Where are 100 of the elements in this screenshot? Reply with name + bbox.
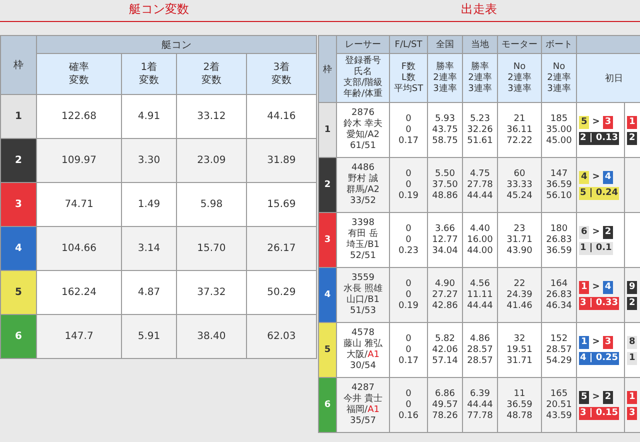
course-badge: 9 <box>627 280 638 294</box>
table-cell: 74.71 <box>36 182 122 226</box>
table-cell: 164 26.83 46.34 <box>542 268 576 322</box>
table-cell: 147.7 <box>36 314 122 358</box>
table-cell: 33.12 <box>176 94 246 138</box>
frame-number: 6 <box>0 314 36 358</box>
course-badge: 6 <box>579 226 590 238</box>
column-header: 枠 <box>0 36 36 94</box>
column-header: レーサー <box>336 36 390 54</box>
table-cell: 152 28.57 54.29 <box>542 322 576 378</box>
frame-number: 3 <box>0 182 36 226</box>
frame-number: 5 <box>318 322 336 378</box>
column-header: ボート <box>542 36 576 54</box>
table-cell: 15.70 <box>176 226 246 270</box>
table-cell: 37.32 <box>176 270 246 314</box>
table-cell: 1.49 <box>122 182 176 226</box>
table-cell: 23.09 <box>176 138 246 182</box>
table-cell: 4.90 27.27 42.86 <box>428 268 462 322</box>
table-cell: 104.66 <box>36 226 122 270</box>
course-badge: 3 <box>602 336 614 348</box>
course-badge: 2 <box>602 390 614 404</box>
result-badge: 1 | 0.1 <box>579 242 613 254</box>
course-badge: 5 <box>579 116 590 128</box>
table-cell: 60 33.33 45.24 <box>498 158 542 212</box>
table-cell: 5.50 37.50 48.86 <box>428 158 462 212</box>
course-badge: 3 <box>602 116 614 128</box>
result-badge: 5 | 0.24 <box>579 186 620 200</box>
arrow-text: > <box>592 282 600 292</box>
arrow-text: > <box>592 172 600 182</box>
table-cell: 5.98 <box>176 182 246 226</box>
table-cell: 180 26.83 36.59 <box>542 212 576 268</box>
table-cell: 0 0 0.19 <box>390 158 428 212</box>
section-title: 艇コン変数 <box>128 1 190 18</box>
column-header: 初日 <box>605 74 623 84</box>
result-badge: 2 <box>627 296 638 310</box>
frame-number: 4 <box>318 268 336 322</box>
course-badge: 4 <box>579 170 590 184</box>
frame-number: 1 <box>0 94 36 138</box>
table-cell: 62.03 <box>246 314 316 358</box>
column-header: 登録番号 氏名 支部/階級 年齢/体重 <box>343 56 383 100</box>
table-cell: 31.89 <box>246 138 316 182</box>
column-header: 艇コン <box>36 36 316 54</box>
arrow-text: > <box>592 226 600 238</box>
table-cell: 185 35.00 45.00 <box>542 102 576 158</box>
frame-number: 1 <box>318 102 336 158</box>
result-badge: 3 <box>627 406 638 420</box>
result-badge: 1 <box>627 352 638 364</box>
table-cell: 0 0 0.19 <box>390 268 428 322</box>
table-cell: 5.23 32.26 51.61 <box>462 102 498 158</box>
racer-info: 4486 野村 誠 群馬/A2 33/52 <box>336 158 390 212</box>
section-title: 出走表 <box>460 1 498 18</box>
table-cell: 0 0 0.23 <box>390 212 428 268</box>
column-header: 3着 変数 <box>271 61 292 87</box>
frame-number: 5 <box>0 270 36 314</box>
column-header: 勝率 2連率 3連率 <box>433 62 457 94</box>
column-header: 全国 <box>428 36 462 54</box>
table-cell: 32 19.51 31.71 <box>498 322 542 378</box>
table-cell: 11 36.59 48.78 <box>498 378 542 432</box>
table-cell: 0 0 0.17 <box>390 102 428 158</box>
table-cell: 44.16 <box>246 94 316 138</box>
table-cell: 3.14 <box>122 226 176 270</box>
course-badge: 1 <box>579 280 590 294</box>
course-badge: 1 <box>627 390 638 404</box>
column-header: モーター <box>498 36 542 54</box>
course-badge: 5 <box>579 390 590 404</box>
result-badge: 4 | 0.25 <box>579 352 620 364</box>
table-cell: 4.87 <box>122 270 176 314</box>
table-cell: 21 36.11 72.22 <box>498 102 542 158</box>
column-header: F/L/ST <box>390 36 428 54</box>
table-cell: 22 24.39 41.46 <box>498 268 542 322</box>
course-badge: 2 <box>602 226 614 238</box>
course-badge: 8 <box>627 336 638 348</box>
table-cell: 0 0 0.16 <box>390 378 428 432</box>
column-header: F数 L数 平均ST <box>394 62 424 94</box>
arrow-text: > <box>592 116 600 128</box>
racer-info: 3559 水長 照雄 山口/B1 51/53 <box>336 268 390 322</box>
table-cell: 162.24 <box>36 270 122 314</box>
table-cell: 5.82 42.06 57.14 <box>428 322 462 378</box>
course-badge: 1 <box>579 336 590 348</box>
table-cell: 109.97 <box>36 138 122 182</box>
column-header: 2着 変数 <box>201 61 222 87</box>
racer-info: 4287 今井 貴士 福岡/A1 35/57 <box>336 378 390 432</box>
racer-info: 2876 鈴木 幸夫 愛知/A2 61/51 <box>336 102 390 158</box>
table-cell: 4.91 <box>122 94 176 138</box>
table-cell: 165 20.51 43.59 <box>542 378 576 432</box>
table-cell: 3.66 12.77 34.04 <box>428 212 462 268</box>
table-cell: 23 31.71 43.90 <box>498 212 542 268</box>
course-badge: 1 <box>627 116 638 128</box>
column-header: No 2連率 3連率 <box>508 62 532 94</box>
frame-number: 4 <box>0 226 36 270</box>
table-cell: 6.39 44.44 77.78 <box>462 378 498 432</box>
column-header: 勝率 2連率 3連率 <box>468 62 492 94</box>
table-cell: 4.56 11.11 44.44 <box>462 268 498 322</box>
frame-number: 2 <box>0 138 36 182</box>
table-cell: 15.69 <box>246 182 316 226</box>
table-cell: 122.68 <box>36 94 122 138</box>
table-cell: 5.91 <box>122 314 176 358</box>
column-header: 確率 変数 <box>69 61 89 87</box>
racer-info: 3398 有田 岳 埼玉/B1 52/51 <box>336 212 390 268</box>
table-cell: 4.86 28.57 28.57 <box>462 322 498 378</box>
